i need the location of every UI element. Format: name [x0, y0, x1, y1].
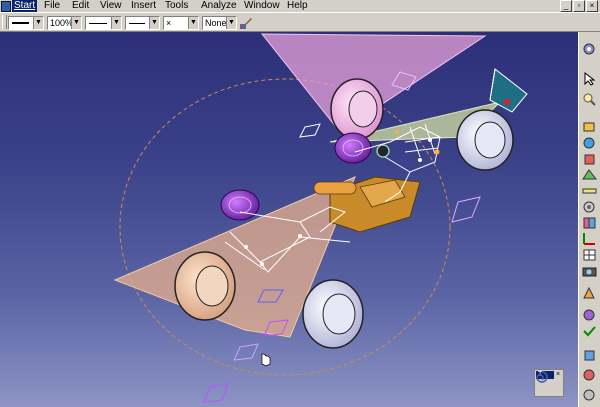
- 3d-viewport[interactable]: T ×: [0, 32, 578, 407]
- sphere-icon[interactable]: [582, 368, 597, 382]
- chevron-down-icon: ▼: [226, 17, 236, 29]
- menu-analyze[interactable]: Analyze: [199, 0, 239, 12]
- color-swatch: [12, 22, 29, 24]
- sketch-icon[interactable]: [582, 120, 597, 134]
- menu-insert[interactable]: Insert: [129, 0, 158, 12]
- app-icon[interactable]: [1, 1, 11, 12]
- camera-icon[interactable]: [582, 264, 597, 278]
- close-icon[interactable]: ×: [554, 371, 562, 379]
- mini-toolbar[interactable]: T ×: [534, 369, 564, 397]
- search-icon[interactable]: [582, 92, 597, 106]
- close-button[interactable]: ×: [586, 0, 598, 12]
- menu-help[interactable]: Help: [285, 0, 310, 12]
- ruler-icon[interactable]: [582, 184, 597, 198]
- menu-bar: Start File Edit View Insert Tools Analyz…: [0, 0, 600, 12]
- color-select[interactable]: ▼: [8, 16, 44, 30]
- chevron-down-icon: ▼: [111, 17, 121, 29]
- layer-value: None: [205, 18, 227, 28]
- menu-tools[interactable]: Tools: [163, 0, 190, 12]
- line-thickness-select[interactable]: ▼: [85, 16, 122, 30]
- transparency-value: 100%: [50, 18, 74, 28]
- point-symbol-value: ×: [166, 18, 172, 28]
- gear-icon[interactable]: [582, 388, 597, 402]
- cube-icon[interactable]: [582, 348, 597, 362]
- menu-start[interactable]: Start: [12, 0, 38, 12]
- wheel-bottom-gray[interactable]: [302, 279, 364, 349]
- wheel-left-orange[interactable]: [174, 251, 236, 321]
- layer-select[interactable]: None ▼: [202, 16, 237, 30]
- plane-icon[interactable]: [582, 168, 597, 182]
- right-toolbar: [578, 32, 600, 407]
- chevron-down-icon: ▼: [33, 17, 43, 29]
- link-icon[interactable]: [582, 216, 597, 230]
- cube-icon[interactable]: [582, 152, 597, 166]
- graphic-properties-toolbar: ▼ 100% ▼ ▼ ▼ × ▼ None ▼: [0, 12, 600, 32]
- restore-button[interactable]: ▫: [573, 0, 585, 12]
- chevron-down-icon: ▼: [149, 17, 159, 29]
- menu-file[interactable]: File: [42, 0, 62, 12]
- menu-start-label: Start: [14, 0, 36, 11]
- measure-icon[interactable]: [582, 286, 597, 300]
- gear-icon[interactable]: [582, 42, 597, 56]
- sphere-icon[interactable]: [582, 136, 597, 150]
- joint-ring[interactable]: [376, 144, 390, 158]
- paintbrush-icon[interactable]: [239, 16, 253, 30]
- grid-icon[interactable]: [582, 248, 597, 262]
- line-type-preview: [129, 23, 145, 24]
- cursor-icon[interactable]: [582, 72, 597, 86]
- wheel-icon[interactable]: [582, 200, 597, 214]
- menu-window[interactable]: Window: [242, 0, 282, 12]
- hand-cursor-icon: [261, 353, 271, 367]
- minimize-button[interactable]: _: [560, 0, 572, 12]
- disc-purple-top[interactable]: [334, 132, 372, 164]
- disc-purple-left[interactable]: [220, 189, 260, 221]
- wheel-top-pink[interactable]: [330, 78, 384, 140]
- chevron-down-icon: ▼: [188, 17, 198, 29]
- axis-icon[interactable]: [582, 232, 597, 246]
- wheel-right-gray[interactable]: [456, 109, 514, 171]
- assembly-scene: [113, 33, 528, 403]
- swirl-icon[interactable]: [582, 308, 597, 322]
- menu-edit[interactable]: Edit: [70, 0, 91, 12]
- swirl-icon[interactable]: [535, 370, 549, 384]
- chevron-down-icon: ▼: [71, 17, 81, 29]
- line-type-select[interactable]: ▼: [125, 16, 160, 30]
- window-controls: _ ▫ ×: [560, 0, 598, 12]
- check-icon[interactable]: [582, 324, 597, 338]
- menu-view[interactable]: View: [98, 0, 124, 12]
- line-thickness-preview: [89, 23, 107, 24]
- toolbar-grip[interactable]: [2, 15, 7, 29]
- point-symbol-select[interactable]: × ▼: [163, 16, 199, 30]
- transparency-select[interactable]: 100% ▼: [47, 16, 82, 30]
